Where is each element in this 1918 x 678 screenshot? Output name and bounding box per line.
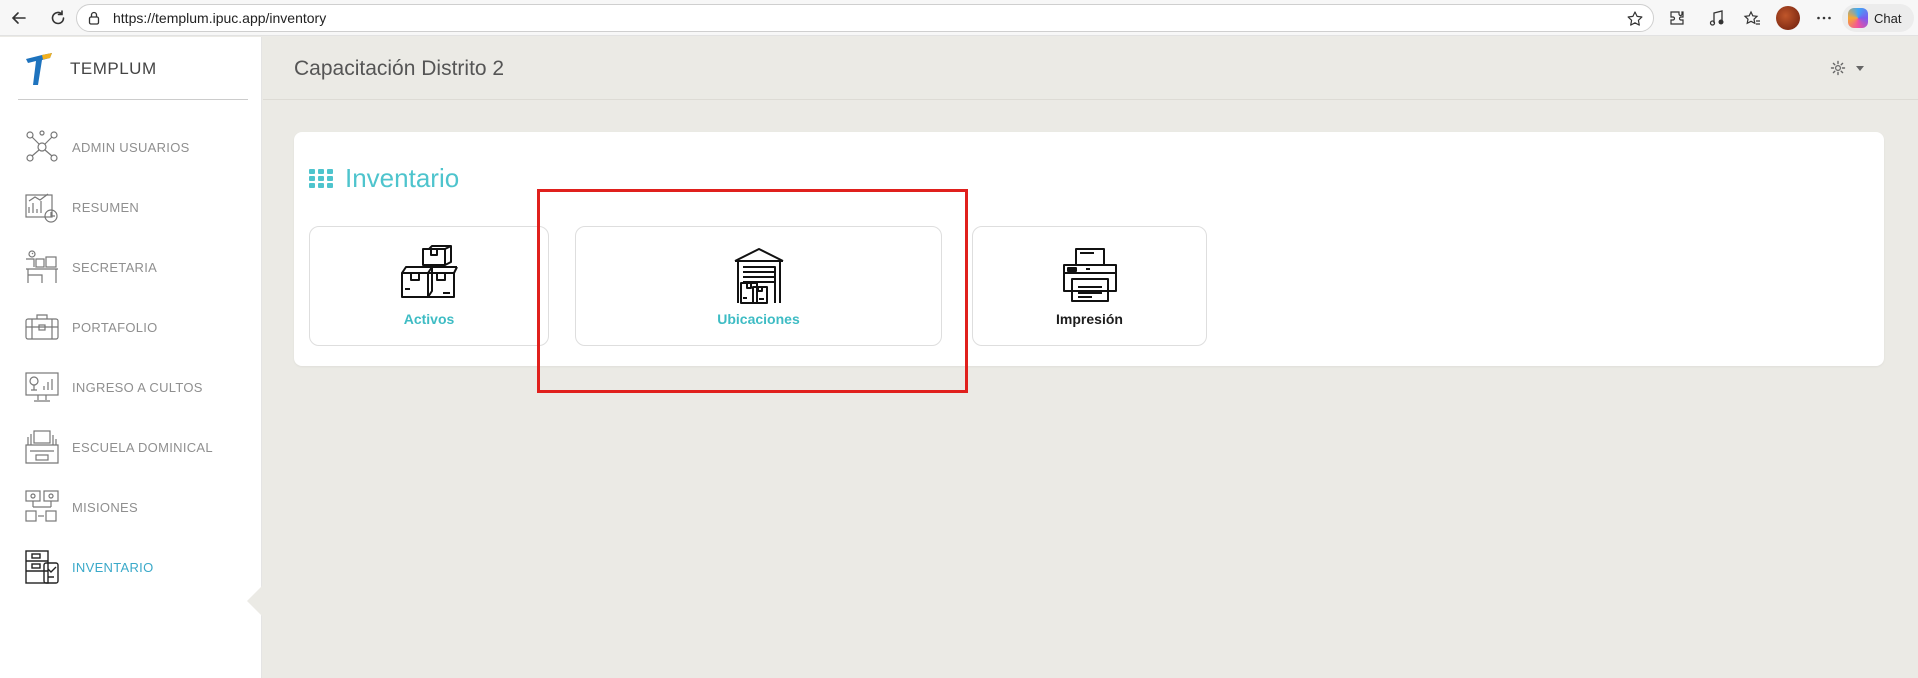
- section-title-text: Inventario: [345, 163, 460, 193]
- sidebar-item-portafolio[interactable]: PORTAFOLIO: [24, 307, 254, 347]
- tile-label: Impresión: [1056, 311, 1123, 327]
- copilot-chat-button[interactable]: Chat: [1842, 4, 1914, 32]
- sidebar-item-inventario[interactable]: INVENTARIO: [24, 547, 254, 587]
- profile-avatar[interactable]: [1776, 6, 1800, 30]
- highlight-box: [537, 189, 968, 393]
- grid-icon: [309, 168, 333, 189]
- lock-icon[interactable]: [87, 11, 101, 25]
- briefcase-icon: [25, 314, 59, 340]
- users-network-icon: [26, 130, 58, 162]
- sidebar-item-label: INVENTARIO: [72, 559, 154, 575]
- sidebar-item-label: ADMIN USUARIOS: [72, 139, 190, 155]
- gear-icon: [1830, 60, 1846, 76]
- sidebar-item-label: MISIONES: [72, 499, 138, 515]
- sidebar-item-resumen[interactable]: RESUMEN: [24, 187, 254, 227]
- monitor-stats-icon: [25, 372, 59, 402]
- back-arrow-icon[interactable]: [5, 4, 33, 32]
- mission-board-icon: [25, 490, 59, 522]
- school-desk-icon: [25, 430, 59, 464]
- media-control-icon[interactable]: [1706, 7, 1728, 29]
- favorites-icon[interactable]: [1741, 7, 1763, 29]
- page-title: Capacitación Distrito 2: [294, 57, 505, 80]
- sidebar-item-label: SECRETARIA: [72, 259, 158, 275]
- sidebar-item-label: RESUMEN: [72, 199, 140, 215]
- sidebar-item-label: ESCUELA DOMINICAL: [72, 439, 213, 455]
- report-chart-icon: [25, 193, 58, 223]
- printer-icon: [1062, 248, 1117, 302]
- browser-toolbar: https://templum.ipuc.app/inventory Chat: [0, 0, 1918, 36]
- tile-impresion[interactable]: Impresión: [972, 226, 1207, 346]
- chevron-down-icon: [1856, 65, 1864, 71]
- active-indicator: [247, 586, 262, 616]
- section-title: Inventario: [309, 163, 459, 194]
- extensions-icon[interactable]: [1666, 7, 1688, 29]
- brand[interactable]: TEMPLUM: [22, 51, 157, 87]
- sidebar-item-misiones[interactable]: MISIONES: [24, 487, 254, 527]
- header-divider: [263, 99, 1918, 100]
- brand-divider: [18, 99, 248, 100]
- desk-secretary-icon: [26, 250, 58, 283]
- reload-icon[interactable]: [44, 4, 72, 32]
- sidebar-item-secretaria[interactable]: SECRETARIA: [24, 247, 254, 287]
- copilot-icon: [1848, 8, 1868, 28]
- settings-dropdown[interactable]: [1830, 60, 1864, 76]
- tile-activos[interactable]: Activos: [309, 226, 549, 346]
- sidebar: TEMPLUM ADMIN USUARIOS RESUMEN SECRETARI…: [0, 37, 262, 678]
- templum-logo-icon: [26, 53, 52, 85]
- inventory-icon: [25, 550, 59, 584]
- sidebar-item-escuela-dominical[interactable]: ESCUELA DOMINICAL: [24, 427, 254, 467]
- brand-name: TEMPLUM: [70, 59, 157, 78]
- tile-label: Activos: [403, 311, 455, 327]
- url-text[interactable]: https://templum.ipuc.app/inventory: [113, 10, 326, 26]
- sidebar-item-admin-usuarios[interactable]: ADMIN USUARIOS: [24, 127, 254, 167]
- sidebar-item-ingreso-a-cultos[interactable]: INGRESO A CULTOS: [24, 367, 254, 407]
- more-options-icon[interactable]: [1813, 7, 1835, 29]
- boxes-icon: [401, 245, 458, 298]
- sidebar-item-label: INGRESO A CULTOS: [72, 379, 203, 395]
- address-bar[interactable]: https://templum.ipuc.app/inventory: [76, 4, 1654, 32]
- sidebar-item-label: PORTAFOLIO: [72, 319, 158, 335]
- chat-label: Chat: [1874, 10, 1902, 26]
- favorite-star-icon[interactable]: [1625, 9, 1645, 29]
